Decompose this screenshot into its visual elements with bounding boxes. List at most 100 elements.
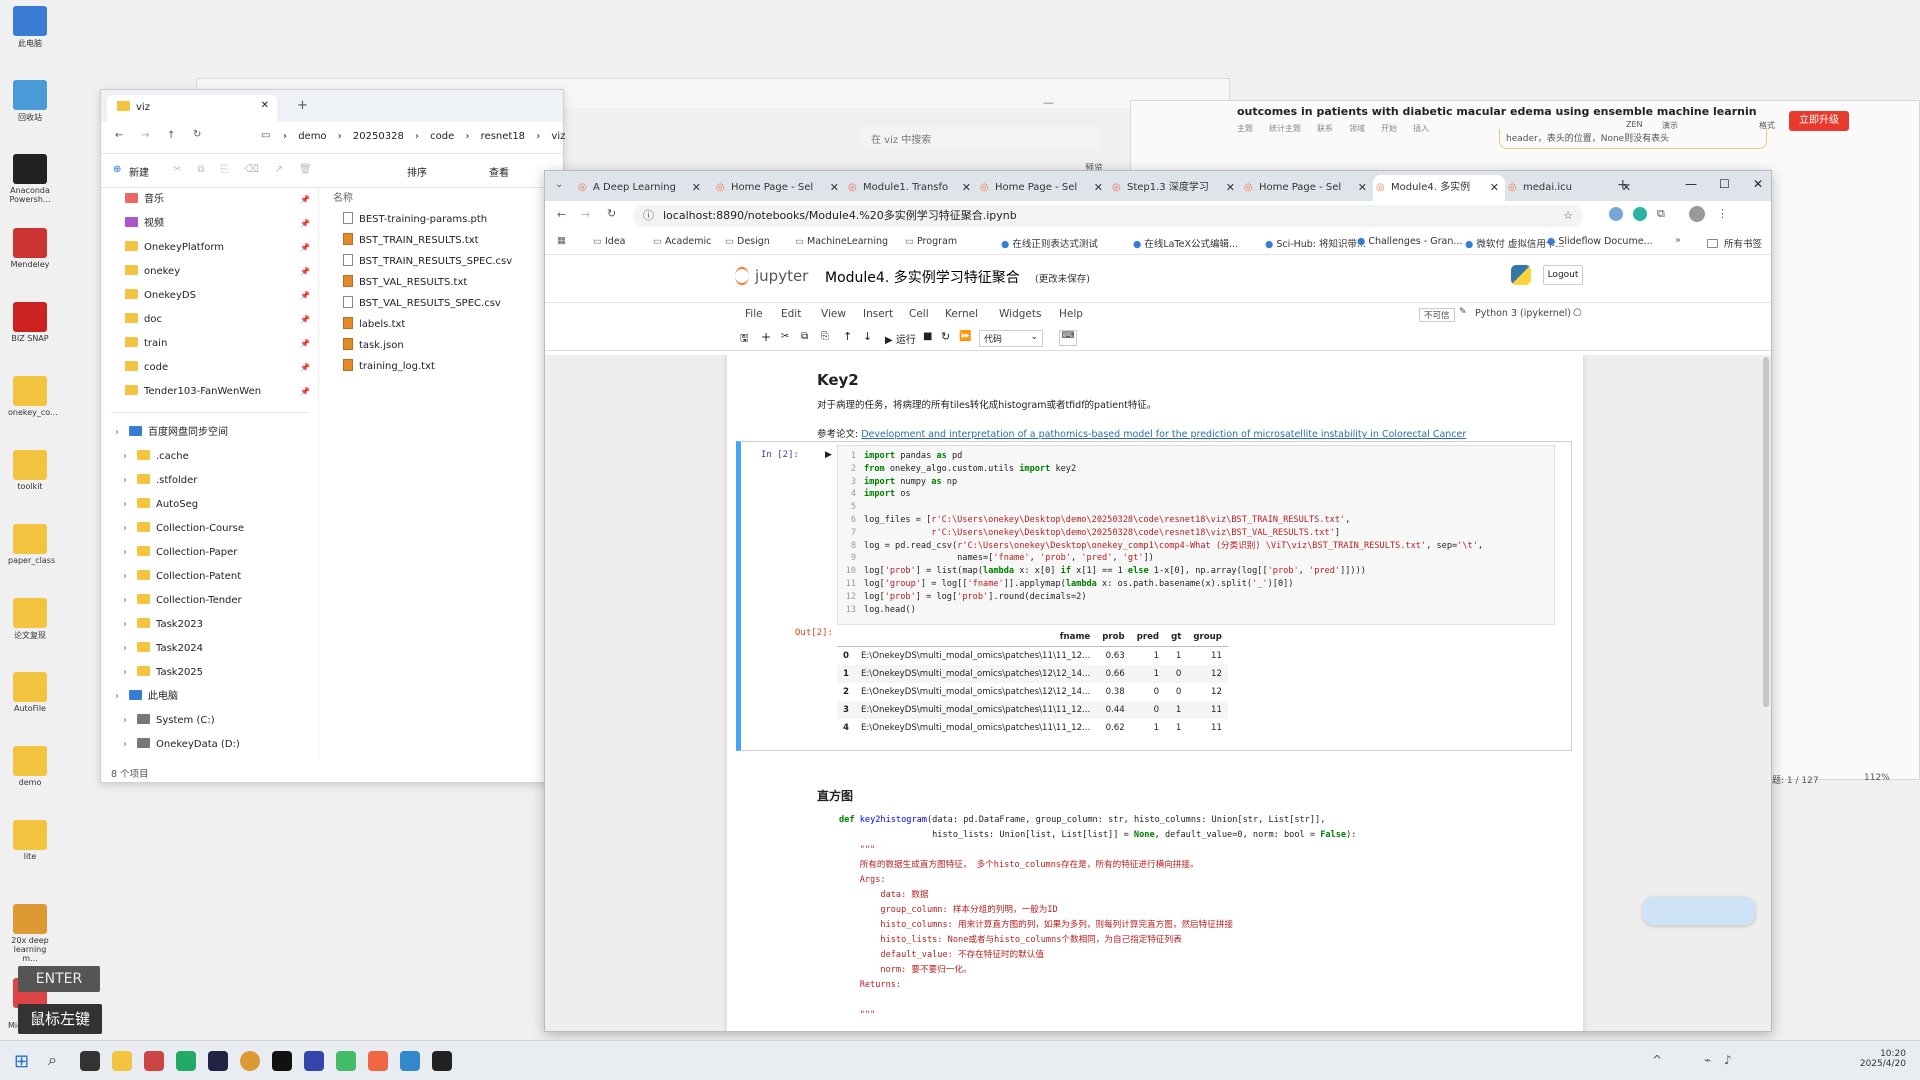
fast-forward-icon[interactable]: ⏩ [959, 331, 971, 342]
sidebar-item[interactable]: › Task2023 [101, 613, 318, 637]
doc-tool[interactable]: 联系 [1317, 124, 1333, 133]
sidebar-item[interactable]: code 📌 [101, 356, 318, 380]
tab-close-icon[interactable]: ✕ [962, 175, 971, 201]
bookmark-item[interactable]: ● 在线LaTeX公式编辑... [1133, 236, 1238, 250]
network-icon[interactable]: ⌁ [1704, 1053, 1711, 1067]
start-windows-icon[interactable]: ⊞ [14, 1051, 29, 1072]
bookmark-item[interactable]: ▭ Program [905, 236, 957, 247]
desktop-icon[interactable]: Anaconda Powersh... [8, 154, 52, 204]
desktop-icon[interactable]: demo [8, 746, 52, 787]
desktop-icon[interactable]: BIZ SNAP [8, 302, 52, 343]
bookmark-item[interactable]: ● 在线正则表达式测试 [1001, 236, 1098, 250]
desktop-icon[interactable]: toolkit [8, 450, 52, 491]
bookmark-item[interactable]: ● Challenges - Gran... [1357, 236, 1462, 247]
file-row[interactable]: BST_VAL_RESULTS.txt [327, 272, 563, 293]
insert-cell-icon[interactable]: + [761, 330, 771, 344]
file-row[interactable]: BST_TRAIN_RESULTS_SPEC.csv [327, 251, 563, 272]
menu-cell[interactable]: Cell [909, 308, 929, 320]
chevron-right-icon[interactable]: › [123, 445, 127, 469]
back-arrow-icon[interactable]: ← [115, 130, 123, 141]
cell-type-select[interactable]: 代码 ⌄ [979, 330, 1043, 347]
bookmark-item[interactable]: ● Sci-Hub: 将知识带... [1265, 236, 1366, 250]
chevron-right-icon[interactable]: › [123, 613, 127, 637]
pin-icon[interactable]: 📌 [300, 260, 310, 284]
file-row[interactable]: BEST-training-params.pth [327, 209, 563, 230]
tab-close-icon[interactable]: ✕ [1094, 175, 1103, 201]
paste-icon[interactable]: ⎘ [821, 331, 829, 342]
menu-kernel[interactable]: Kernel [945, 308, 978, 320]
copy-icon[interactable]: ⧉ [801, 331, 808, 342]
chevron-right-icon[interactable]: › [123, 469, 127, 493]
chevron-right-icon[interactable]: › [123, 565, 127, 589]
menu-help[interactable]: Help [1059, 308, 1083, 320]
more-bookmarks-icon[interactable]: » [1675, 235, 1681, 246]
pencil-icon[interactable]: ✎ [1459, 307, 1467, 317]
save-icon[interactable]: 🖫 [740, 331, 749, 348]
menu-view[interactable]: View [821, 308, 846, 320]
close-window-button[interactable]: ✕ [1753, 177, 1763, 191]
breadcrumb-item[interactable]: resnet18 [481, 131, 525, 142]
logout-button[interactable]: Logout [1543, 265, 1583, 285]
pin-icon[interactable]: 📌 [300, 308, 310, 332]
doc-tool[interactable]: 统计主题 [1269, 124, 1301, 133]
file-explorer-icon[interactable] [112, 1051, 132, 1071]
run-cell-icon[interactable]: ▶ [825, 450, 832, 460]
desktop-icon[interactable]: 回收站 [8, 80, 52, 123]
breadcrumb-item[interactable]: demo [298, 131, 326, 142]
tab-close-icon[interactable]: ✕ [1358, 175, 1367, 201]
menu-file[interactable]: File [745, 308, 763, 320]
file-row[interactable]: training_log.txt [327, 356, 563, 377]
histogram-code[interactable]: def key2histogram(data: pd.DataFrame, gr… [839, 813, 1559, 1031]
zoom-level[interactable]: 112% [1864, 773, 1890, 783]
app-icon[interactable] [176, 1051, 196, 1071]
sidebar-item[interactable]: OnekeyPlatform 📌 [101, 236, 318, 260]
file-row[interactable]: BST_VAL_RESULTS_SPEC.csv [327, 293, 563, 314]
tab-list-chevron-icon[interactable]: ⌄ [555, 179, 563, 190]
keyboard-icon[interactable]: ⌨ [1059, 330, 1077, 346]
chevron-right-icon[interactable]: › [123, 733, 127, 757]
doc-tool[interactable]: 主题 [1237, 124, 1253, 133]
sidebar-item[interactable]: › 此电脑 [101, 685, 318, 709]
profile-avatar[interactable] [1689, 206, 1705, 222]
chrome-icon[interactable] [240, 1051, 260, 1071]
desktop-icon[interactable]: paper_class [8, 524, 55, 565]
breadcrumb-item[interactable]: code [430, 131, 454, 142]
maximize-button[interactable]: ☐ [1719, 177, 1730, 191]
sidebar-item[interactable]: 视频 📌 [101, 212, 318, 236]
new-button[interactable]: 新建 [129, 164, 149, 179]
up-arrow-icon[interactable]: ↑ [167, 130, 175, 141]
pycharm-icon[interactable] [208, 1051, 228, 1071]
search-icon[interactable]: ⌕ [48, 1050, 57, 1070]
star-icon[interactable]: ☆ [1563, 205, 1573, 227]
sidebar-item[interactable]: › Task2024 [101, 637, 318, 661]
sidebar-item[interactable]: › Collection-Patent [101, 565, 318, 589]
browser-tab[interactable]: ◎ Home Page - Sel ✕ [977, 175, 1109, 201]
extension-icon[interactable] [1633, 207, 1647, 221]
chevron-right-icon[interactable]: › [123, 637, 127, 661]
back-arrow-icon[interactable]: ← [557, 208, 566, 221]
doc-tool[interactable]: 插入 [1413, 124, 1429, 133]
desktop-icon[interactable]: 论文复现 [8, 598, 52, 641]
site-info-icon[interactable]: ⓘ [643, 205, 654, 227]
app-icon[interactable] [272, 1051, 292, 1071]
explorer-search-input[interactable]: 在 viz 中搜索 [861, 126, 1101, 150]
desktop-icon[interactable]: Mendeley [8, 228, 52, 269]
reference-link[interactable]: Development and interpretation of a path… [861, 429, 1466, 440]
sidebar-item[interactable]: › AutoSeg [101, 493, 318, 517]
sidebar-item[interactable]: › Task2025 [101, 661, 318, 685]
tab-close-icon[interactable]: ✕ [1622, 175, 1631, 201]
zen-button[interactable]: ZEN [1626, 120, 1643, 129]
app-icon[interactable] [304, 1051, 324, 1071]
sidebar-item[interactable]: › OnekeyData (D:) [101, 733, 318, 757]
url-input[interactable]: ⓘ localhost:8890/notebooks/Module4.%20多实… [633, 205, 1583, 227]
tab-close-icon[interactable]: ✕ [1226, 175, 1235, 201]
bookmark-item[interactable]: ● Slideflow Docume... [1547, 236, 1653, 247]
run-button[interactable]: ▶ 运行 [885, 331, 916, 346]
doc-tool[interactable]: 领域 [1349, 124, 1365, 133]
pin-icon[interactable]: 📌 [300, 356, 310, 380]
view-button[interactable]: 查看 [489, 164, 509, 179]
chevron-right-icon[interactable]: › [123, 709, 127, 733]
task-view-icon[interactable] [80, 1051, 100, 1071]
chevron-right-icon[interactable]: › [115, 685, 119, 709]
sidebar-item[interactable]: OnekeyDS 📌 [101, 284, 318, 308]
